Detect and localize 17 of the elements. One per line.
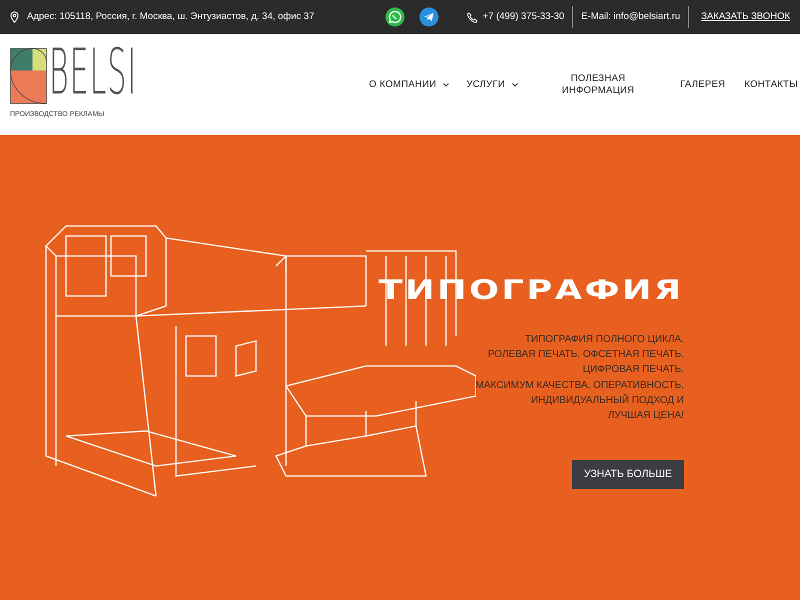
nav-link[interactable]: ПОЛЕЗНАЯ ИНФОРМАЦИЯ <box>558 72 638 96</box>
nav-link[interactable]: О КОМПАНИИ <box>369 78 450 90</box>
learn-more-button[interactable]: УЗНАТЬ БОЛЬШЕ <box>572 460 684 489</box>
email-text[interactable]: E-Mail: info@belsiart.ru <box>581 10 680 24</box>
nav-link[interactable]: КОНТАКТЫ <box>744 78 798 90</box>
nav-link[interactable]: УСЛУГИ <box>466 78 518 90</box>
phone-number[interactable]: +7 (499) 375-33-30 <box>482 10 564 24</box>
location-pin-icon <box>10 11 19 23</box>
telegram-icon[interactable] <box>418 7 439 27</box>
address-text: Адрес: 105118, Россия, г. Москва, ш. Энтузиастов, д. 34, офис 37 <box>27 10 314 24</box>
callback-link[interactable]: ЗАКАЗАТЬ ЗВОНОК <box>701 10 790 24</box>
nav-link[interactable]: ГАЛЕРЕЯ <box>680 78 726 90</box>
hero-description: ТИПОГРАФИЯ ПОЛНОГО ЦИКЛА. РОЛЕВАЯ ПЕЧАТЬ. ОФСЕТНАЯ ПЕЧАТЬ. ЦИФРОВАЯ ПЕЧАТЬ. МАКСИМУМ КАЧЕСТВА, ОПЕРАТИВНОСТЬ, ИНДИВИДУАЛЬНЫЙ ПОДХОД И ЛУЧШАЯ ЦЕНА! <box>474 333 684 424</box>
logo-wordmark: BELSI <box>49 45 138 104</box>
phone-icon <box>466 12 478 22</box>
golden-spiral-logo-icon <box>10 48 47 104</box>
whatsapp-icon[interactable] <box>384 7 405 27</box>
